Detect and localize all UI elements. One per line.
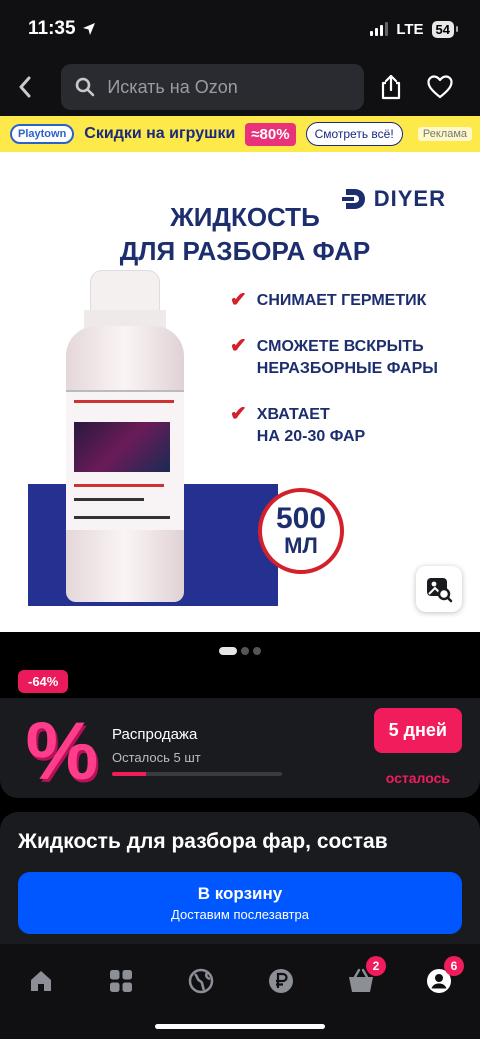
brand-name: DIYER (373, 186, 446, 211)
check-icon: ✔ (230, 289, 247, 311)
tab-finance[interactable] (256, 958, 306, 1004)
image-search-icon (427, 578, 453, 603)
headline-line-1: ЖИДКОСТЬ (170, 202, 320, 232)
tab-fresh[interactable] (176, 958, 226, 1004)
check-icon: ✔ (230, 335, 247, 357)
home-indicator (155, 1024, 325, 1029)
status-indicators: LTE 54 (370, 20, 459, 38)
feature-item: ✔ СНИМАЕТ ГЕРМЕТИК (230, 289, 427, 311)
catalog-icon (110, 970, 132, 992)
top-bar: Искать на Ozon (0, 58, 480, 116)
tab-profile[interactable]: 6 (414, 956, 464, 1004)
days-left-label: осталось (385, 770, 450, 786)
share-button[interactable] (370, 65, 413, 109)
sale-block[interactable]: % Распродажа Осталось 5 шт 5 дней остало… (0, 698, 480, 798)
signal-icon (370, 22, 389, 36)
chevron-left-icon (19, 76, 31, 98)
days-left-badge: 5 дней (373, 708, 462, 753)
ad-text: Скидки на игрушки (84, 125, 236, 142)
gallery-dot[interactable] (241, 647, 249, 655)
tab-cart[interactable]: 2 (336, 956, 386, 1004)
delivery-label: Доставим послезавтра (171, 907, 309, 922)
sale-title: Распродажа (112, 726, 198, 743)
ad-discount: ≈80% (245, 122, 296, 146)
product-image[interactable]: DIYER ЖИДКОСТЬ ДЛЯ РАЗБОРА ФАР ✔ СНИМАЕТ… (0, 152, 480, 632)
battery-icon: 54 (431, 20, 459, 38)
gallery-pagination[interactable] (0, 632, 480, 670)
gallery-dot[interactable] (219, 647, 237, 655)
home-icon (31, 971, 51, 991)
product-headline: ЖИДКОСТЬ ДЛЯ РАЗБОРА ФАР (110, 200, 380, 268)
cart-count-badge: 2 (366, 956, 386, 976)
globe-icon (188, 968, 214, 994)
volume-unit: МЛ (284, 533, 318, 558)
clock: 11:35 (28, 18, 76, 39)
ad-banner[interactable]: Playtown Скидки на игрушки ≈80% Смотреть… (0, 116, 480, 152)
product-bottle (66, 270, 184, 602)
percent-icon: % (25, 706, 99, 797)
search-icon (76, 77, 95, 97)
feature-item: ✔ СМОЖЕТЕ ВСКРЫТЬ НЕРАЗБОРНЫЕ ФАРЫ (230, 335, 438, 377)
search-input[interactable]: Искать на Ozon (61, 64, 364, 110)
profile-count-badge: 6 (444, 956, 464, 976)
visual-search-button[interactable] (416, 566, 462, 612)
stock-remaining: Осталось 5 шт (112, 750, 201, 765)
tab-catalog[interactable] (96, 958, 146, 1004)
status-bar: 11:35 LTE 54 (0, 0, 480, 58)
feature-list: ✔ СНИМАЕТ ГЕРМЕТИК ✔ СМОЖЕТЕ ВСКРЫТЬ НЕРА… (230, 290, 470, 472)
share-icon (382, 74, 401, 100)
network-label: LTE (396, 20, 424, 38)
search-placeholder: Искать на Ozon (107, 76, 238, 97)
volume-badge: 500 МЛ (258, 488, 344, 574)
gallery-dot[interactable] (253, 647, 261, 655)
check-icon: ✔ (230, 403, 247, 425)
ruble-icon (269, 969, 293, 993)
add-to-cart-label: В корзину (197, 884, 283, 903)
location-arrow-icon (82, 23, 95, 35)
feature-item: ✔ ХВАТАЕТ НА 20-30 ФАР (230, 403, 366, 445)
discount-badge: -64% (18, 670, 69, 693)
product-title: Жидкость для разбора фар, состав (18, 830, 388, 853)
ad-label: Реклама (417, 127, 472, 141)
headline-line-2: ДЛЯ РАЗБОРА ФАР (119, 236, 371, 266)
add-to-cart-button[interactable]: В корзину Доставим послезавтра (18, 872, 462, 934)
stock-progress-bar (112, 772, 282, 776)
tab-bar: 2 6 (0, 944, 480, 1039)
ad-link[interactable]: Смотреть всё! (305, 122, 403, 146)
volume-number: 500 (275, 502, 327, 535)
stock-progress-fill (112, 772, 146, 776)
status-time: 11:35 (28, 18, 96, 40)
back-button[interactable] (18, 67, 49, 107)
favorite-button[interactable] (419, 65, 462, 109)
cart-area: В корзину Доставим послезавтра (0, 860, 480, 944)
ad-logo: Playtown (10, 124, 75, 144)
tab-home[interactable] (16, 958, 66, 1004)
heart-icon (427, 75, 454, 99)
